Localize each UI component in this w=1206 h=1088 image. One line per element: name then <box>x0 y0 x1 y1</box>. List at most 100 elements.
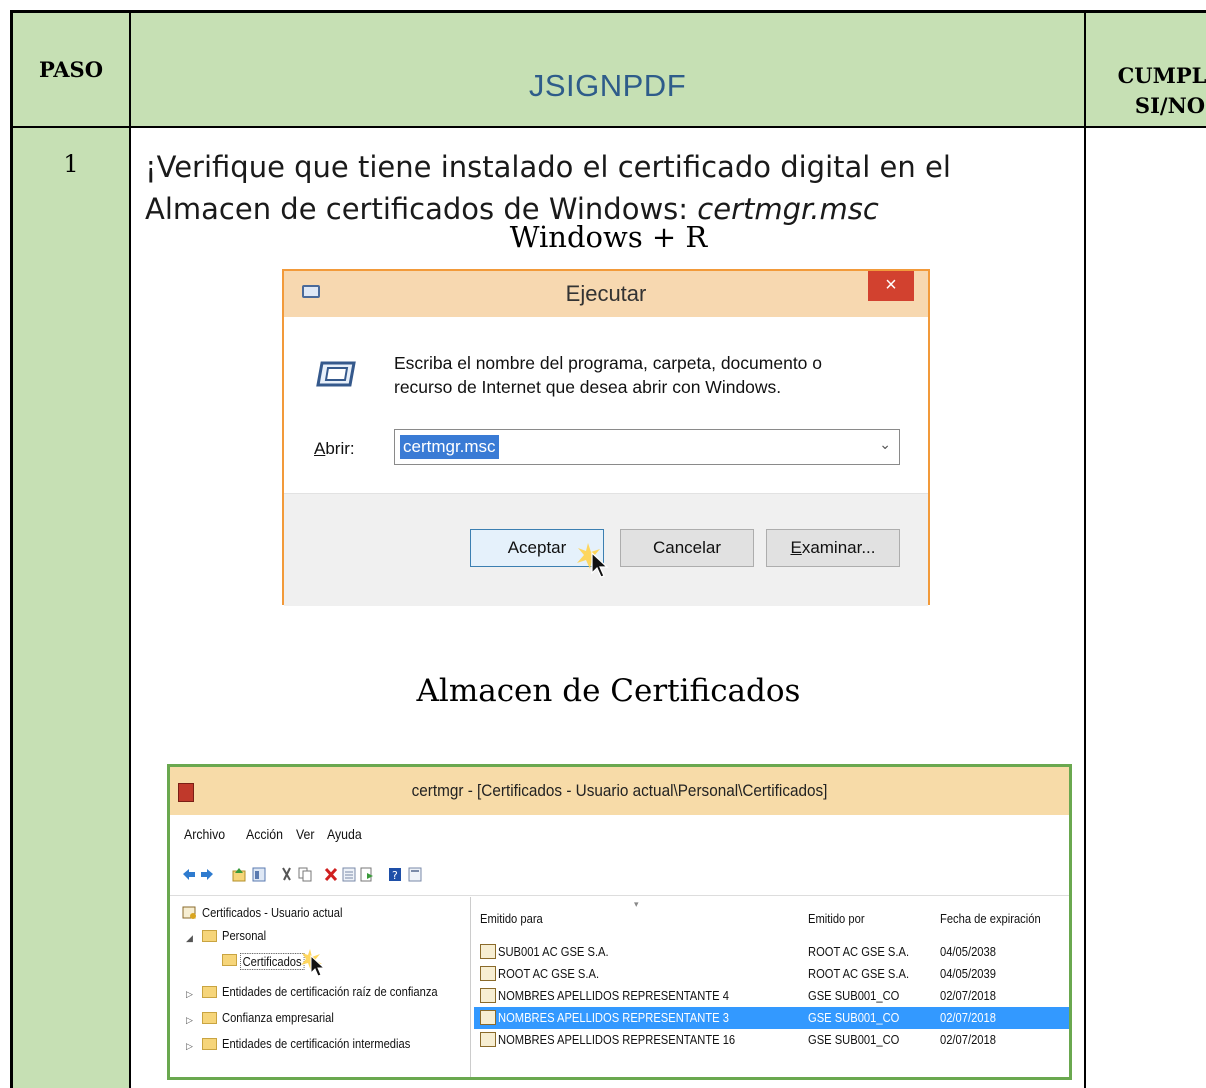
browse-label: xaminar... <box>801 538 876 557</box>
open-label-accesskey: A <box>314 439 326 458</box>
click-highlight-cursor-icon <box>301 949 326 977</box>
procedure-table: PASO JSIGNPDF CUMPLE SI/NO 1 ¡Verifique … <box>0 0 1206 1088</box>
table-row[interactable]: NOMBRES APELLIDOS REPRESENTANTE 4 GSE SUB… <box>474 985 1069 1007</box>
cell-exp: 04/05/2039 <box>940 966 996 981</box>
table-row[interactable]: NOMBRES APELLIDOS REPRESENTANTE 3 GSE SUB… <box>474 1007 1069 1029</box>
column-issued-to[interactable]: Emitido para <box>480 911 543 926</box>
folder-icon <box>202 986 217 998</box>
certmgr-window: certmgr - [Certificados - Usuario actual… <box>167 764 1072 1080</box>
table-row[interactable]: SUB001 AC GSE S.A. ROOT AC GSE S.A. 04/05/… <box>474 941 1069 963</box>
shortcut-caption: Windows + R <box>509 220 708 254</box>
certificate-icon <box>480 1010 496 1025</box>
section-caption: Almacen de Certificados <box>416 673 801 709</box>
instruction-line-1: ¡Verifique que tiene instalado el certif… <box>145 150 951 184</box>
browse-accesskey: E <box>790 538 802 557</box>
run-dialog: Ejecutar × Escriba el nombre del program… <box>282 269 930 606</box>
tree-item-personal[interactable]: Personal <box>222 928 266 943</box>
cell-by: GSE SUB001_CO <box>808 1032 900 1047</box>
menu-accion[interactable]: Acción <box>246 826 283 842</box>
open-label: Abrir: <box>314 439 355 459</box>
cell-exp: 02/07/2018 <box>940 1032 996 1047</box>
table-row[interactable]: NOMBRES APELLIDOS REPRESENTANTE 16 GSE SU… <box>474 1029 1069 1051</box>
certmgr-tree-pane: Certificados - Usuario actual ◢ Personal… <box>170 897 471 1077</box>
certmgr-title: certmgr - [Certificados - Usuario actual… <box>411 781 828 800</box>
tree-item-trusted-root[interactable]: Entidades de certificación raíz de confi… <box>222 984 438 999</box>
certmgr-toolbar: ? <box>170 855 1069 896</box>
view-icon[interactable] <box>408 867 422 882</box>
forward-icon[interactable] <box>200 867 214 882</box>
cell-to: ROOT AC GSE S.A. <box>498 966 600 981</box>
step-content-cell: ¡Verifique que tiene instalado el certif… <box>131 128 1086 1088</box>
tree-root[interactable]: Certificados - Usuario actual <box>202 905 342 920</box>
tree-item-intermediate[interactable]: Entidades de certificación intermedias <box>222 1036 410 1051</box>
cell-exp: 02/07/2018 <box>940 1010 996 1025</box>
folder-icon <box>222 954 237 966</box>
collapsed-arrow-icon[interactable]: ▷ <box>186 1041 193 1052</box>
cell-to: NOMBRES APELLIDOS REPRESENTANTE 16 <box>498 1032 736 1047</box>
step-number-cell: 1 <box>10 128 131 1088</box>
cell-by: GSE SUB001_CO <box>808 988 900 1003</box>
menu-archivo[interactable]: Archivo <box>184 826 225 842</box>
run-dialog-titlebar: Ejecutar × <box>284 271 928 317</box>
help-icon[interactable]: ? <box>388 867 402 882</box>
cancel-button[interactable]: Cancelar <box>620 529 754 567</box>
chevron-down-icon[interactable]: ⌄ <box>879 436 891 453</box>
folder-icon <box>202 1038 217 1050</box>
cell-to: SUB001 AC GSE S.A. <box>498 944 609 959</box>
collapsed-arrow-icon[interactable]: ▷ <box>186 989 193 1000</box>
paso-header-label: PASO <box>38 57 103 82</box>
menu-ver[interactable]: Ver <box>296 826 314 842</box>
certificate-icon <box>480 944 496 959</box>
cumple-header: CUMPLE SI/NO <box>1086 10 1206 128</box>
si-no-label: SI/NO <box>1134 93 1206 118</box>
cell-exp: 04/05/2038 <box>940 944 996 959</box>
certmgr-menubar: Archivo Acción Ver Ayuda <box>170 815 1069 855</box>
certmgr-titlebar: certmgr - [Certificados - Usuario actual… <box>170 767 1069 815</box>
open-input-value[interactable]: certmgr.msc <box>400 435 499 459</box>
step-instruction: ¡Verifique que tiene instalado el certif… <box>145 146 951 230</box>
folder-icon <box>202 930 217 942</box>
cell-by: ROOT AC GSE S.A. <box>808 966 910 981</box>
back-icon[interactable] <box>182 867 196 882</box>
cell-by: ROOT AC GSE S.A. <box>808 944 910 959</box>
table-row[interactable]: ROOT AC GSE S.A. ROOT AC GSE S.A. 04/05/20… <box>474 963 1069 985</box>
properties-icon[interactable] <box>342 867 356 882</box>
delete-icon[interactable] <box>324 867 338 882</box>
certificate-icon <box>480 1032 496 1047</box>
cumple-cell <box>1086 128 1206 1088</box>
open-combobox[interactable]: certmgr.msc ⌄ <box>394 429 900 465</box>
certificate-icon <box>480 966 496 981</box>
cumple-header-label: CUMPLE SI/NO <box>1100 61 1206 121</box>
cumple-label: CUMPLE <box>1117 63 1206 88</box>
tree-item-enterprise-trust[interactable]: Confianza empresarial <box>222 1010 334 1025</box>
click-highlight-cursor-icon <box>577 543 609 578</box>
menu-ayuda[interactable]: Ayuda <box>327 826 362 842</box>
copy-icon[interactable] <box>298 867 312 882</box>
tree-item-certificados[interactable]: Certificados <box>240 953 305 970</box>
run-program-icon <box>316 361 356 387</box>
column-issued-by[interactable]: Emitido por <box>808 911 865 926</box>
svg-text:?: ? <box>392 869 398 882</box>
cell-to: NOMBRES APELLIDOS REPRESENTANTE 4 <box>498 988 729 1003</box>
document-title: JSIGNPDF <box>528 68 687 103</box>
column-expiration[interactable]: Fecha de expiración <box>940 911 1041 926</box>
certificate-store-icon <box>182 906 196 919</box>
paso-header: PASO <box>10 10 131 128</box>
run-dialog-title: Ejecutar <box>565 281 647 306</box>
folder-icon <box>202 1012 217 1024</box>
message-line-1: Escriba el nombre del programa, carpeta,… <box>394 353 823 373</box>
certmgr-app-icon <box>178 783 194 802</box>
collapsed-arrow-icon[interactable]: ▷ <box>186 1015 193 1026</box>
certificate-list: Emitido para Emitido por Fecha de expira… <box>474 897 1069 1077</box>
export-icon[interactable] <box>360 867 374 882</box>
browse-button[interactable]: Examinar... <box>766 529 900 567</box>
run-dialog-message: Escriba el nombre del programa, carpeta,… <box>394 351 822 399</box>
cell-by: GSE SUB001_CO <box>808 1010 900 1025</box>
cell-exp: 02/07/2018 <box>940 988 996 1003</box>
up-folder-icon[interactable] <box>232 867 246 882</box>
cut-icon[interactable] <box>280 867 294 882</box>
certificate-icon <box>480 988 496 1003</box>
close-button[interactable]: × <box>868 271 914 301</box>
expanded-arrow-icon[interactable]: ◢ <box>186 933 193 944</box>
show-hide-tree-icon[interactable] <box>252 867 266 882</box>
